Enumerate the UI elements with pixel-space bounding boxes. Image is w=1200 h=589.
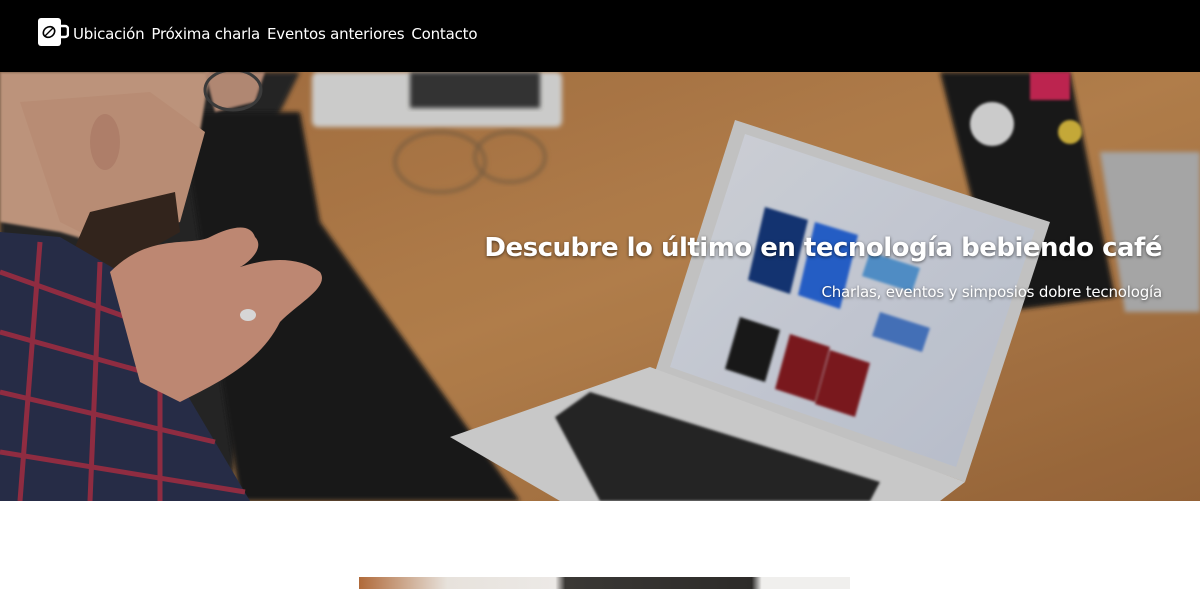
nav-link-eventos-anteriores[interactable]: Eventos anteriores bbox=[267, 22, 405, 46]
coffee-cup-icon[interactable] bbox=[37, 17, 69, 47]
hero-banner: Descubre lo último en tecnología bebiend… bbox=[0, 72, 1200, 501]
nav-link-ubicacion[interactable]: Ubicación bbox=[73, 22, 145, 46]
top-navbar: Ubicación Próxima charla Eventos anterio… bbox=[0, 0, 1200, 72]
nav-link-proxima-charla[interactable]: Próxima charla bbox=[151, 22, 260, 46]
hero-title: Descubre lo último en tecnología bebiend… bbox=[484, 233, 1162, 264]
main-nav: Ubicación Próxima charla Eventos anterio… bbox=[73, 22, 478, 46]
nav-link-contacto[interactable]: Contacto bbox=[411, 22, 477, 46]
content-preview-image bbox=[359, 577, 850, 589]
hero-subtitle: Charlas, eventos y simposios dobre tecno… bbox=[821, 283, 1162, 301]
